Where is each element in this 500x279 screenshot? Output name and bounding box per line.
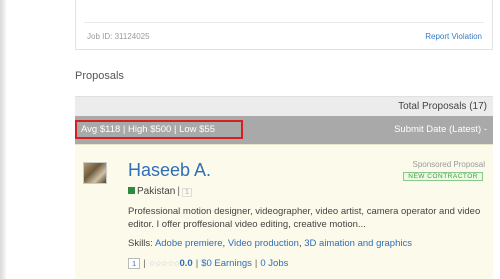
separator: | — [143, 258, 146, 269]
earnings-link[interactable]: $0 Earnings — [201, 258, 252, 269]
proposal-item: Haseeb A. Sponsored Proposal NEW CONTRAC… — [75, 144, 493, 279]
report-violation-link[interactable]: Report Violation — [425, 32, 482, 41]
freelancer-stats-row: 1 | ☆☆☆☆☆0.0 | $0 Earnings | 0 Jobs — [128, 258, 288, 269]
rating-value: 0.0 — [179, 258, 193, 269]
separator: | — [195, 258, 199, 269]
skills-row: Skills: Adobe premiere, Video production… — [128, 238, 412, 249]
proposal-description: Professional motion designer, videograph… — [128, 206, 481, 230]
freelancer-level-badge[interactable]: 1 — [128, 258, 141, 269]
location-level-badge: 1 — [181, 188, 192, 197]
card-divider — [84, 22, 484, 23]
total-proposals-count: Total Proposals (17) — [398, 101, 487, 112]
jobs-count-link[interactable]: 0 Jobs — [260, 258, 288, 269]
skill-link[interactable]: 3D aimation and graphics — [304, 238, 412, 249]
freelancer-avatar[interactable] — [83, 162, 107, 184]
skills-label: Skills: — [128, 238, 153, 249]
sponsored-proposal-label: Sponsored Proposal — [412, 160, 486, 169]
country-name: Pakistan — [137, 186, 176, 197]
page-left-edge — [0, 0, 6, 279]
freelancer-location: Pakistan | 1 — [128, 186, 192, 197]
bid-stats: Avg $118 | High $500 | Low $55 — [81, 124, 215, 135]
proposals-sort-bar: Avg $118 | High $500 | Low $55 Submit Da… — [75, 116, 493, 144]
proposals-section-title: Proposals — [75, 70, 124, 82]
total-proposals-bar: Total Proposals (17) — [75, 96, 493, 116]
separator: | — [177, 186, 180, 197]
rating-stars-icon: ☆☆☆☆☆ — [148, 259, 181, 268]
bid-stats-highlight: Avg $118 | High $500 | Low $55 — [75, 120, 243, 139]
sort-submit-date-dropdown[interactable]: Submit Date (Latest) - — [394, 124, 487, 135]
new-contractor-badge: NEW CONTRACTOR — [403, 172, 483, 181]
separator: | — [254, 258, 258, 269]
job-id: Job ID: 31124025 — [87, 32, 150, 41]
skill-link[interactable]: Video production — [228, 238, 299, 249]
job-details-card: Job ID: 31124025 Report Violation — [75, 0, 493, 50]
skill-link[interactable]: Adobe premiere — [155, 238, 223, 249]
freelancer-name-link[interactable]: Haseeb A. — [128, 160, 211, 181]
pakistan-flag-icon — [128, 187, 135, 194]
